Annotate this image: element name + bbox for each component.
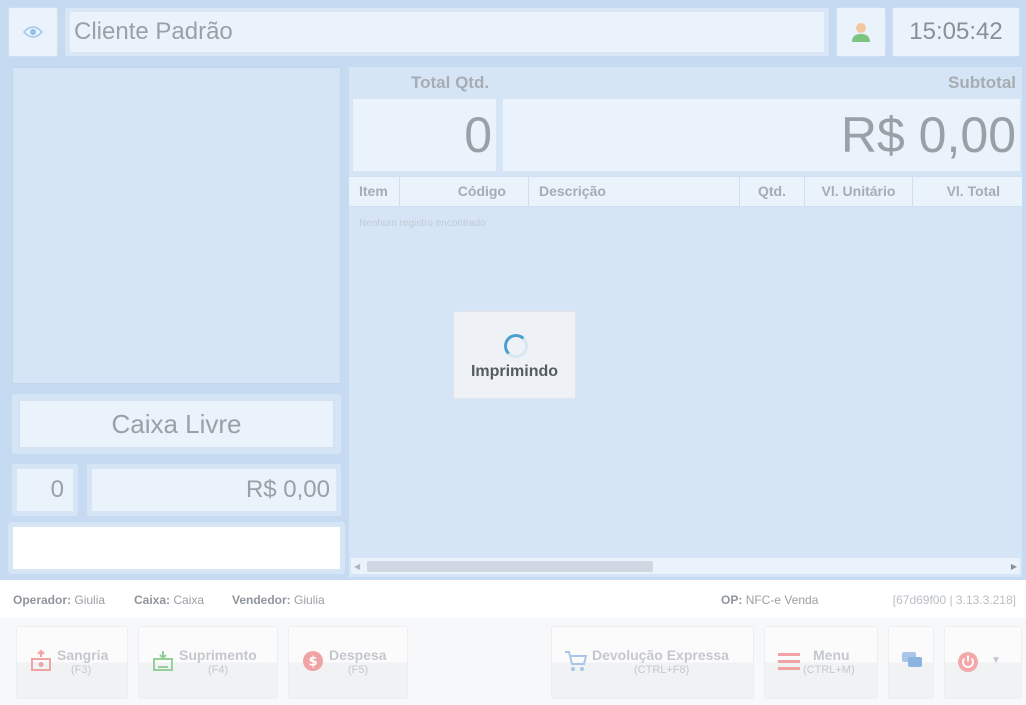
suprimento-shortcut: (F4)	[208, 664, 229, 676]
status-version: [67d69f00 | 3.13.3.218]	[892, 593, 1016, 607]
action-toolbar: Sangria (F3) Suprimento (F4) $ Despesa (…	[0, 618, 1026, 705]
sangria-button[interactable]: Sangria (F3)	[16, 626, 128, 699]
despesa-label: Despesa	[329, 647, 387, 663]
column-header-qtd[interactable]: Qtd.	[740, 177, 805, 206]
chat-button[interactable]	[888, 626, 934, 699]
despesa-button[interactable]: $ Despesa (F5)	[288, 626, 408, 699]
suprimento-button[interactable]: Suprimento (F4)	[138, 626, 278, 699]
column-header-descricao[interactable]: Descrição	[529, 177, 740, 206]
select-client-button[interactable]	[836, 7, 886, 57]
column-header-item[interactable]: Item	[349, 177, 400, 206]
status-caixa: Caixa: Caixa	[134, 593, 205, 607]
item-count-value: 0	[17, 469, 73, 511]
total-qtd-value: 0	[353, 99, 496, 171]
grid-empty-message: Nenhum registro encontrado	[359, 218, 486, 229]
hamburger-icon	[778, 653, 800, 670]
despesa-shortcut: (F5)	[348, 664, 369, 676]
devolucao-label: Devolução Expressa	[592, 647, 729, 663]
sale-panel: Total Qtd. Subtotal 0 R$ 0,00 Item Códig…	[349, 67, 1022, 577]
suprimento-label: Suprimento	[179, 647, 257, 663]
scroll-left-arrow-icon[interactable]: ◀	[354, 562, 360, 571]
item-count-panel: 0	[12, 464, 78, 516]
coin-icon: $	[303, 651, 323, 671]
devolucao-shortcut: (CTRL+F8)	[634, 664, 690, 676]
chevron-down-icon[interactable]: ▼	[991, 655, 1001, 666]
column-header-vl-total[interactable]: Vl. Total	[913, 177, 1022, 206]
status-vendedor: Vendedor: Giulia	[232, 593, 325, 607]
caixa-status-panel: Caixa Livre	[12, 394, 341, 454]
status-bar: Operador: Giulia Caixa: Caixa Vendedor: …	[0, 586, 1026, 612]
column-header-vl-unitario[interactable]: Vl. Unitário	[805, 177, 913, 206]
menu-button[interactable]: Menu (CTRL+M)	[764, 626, 878, 699]
sangria-label: Sangria	[57, 647, 109, 663]
scroll-right-arrow-icon[interactable]: ▶	[1011, 562, 1017, 571]
power-icon	[958, 652, 978, 672]
toggle-view-button[interactable]	[8, 7, 58, 57]
menu-label: Menu	[813, 647, 850, 663]
printing-dialog: Imprimindo	[453, 311, 576, 399]
status-operacao: OP: NFC-e Venda	[721, 593, 819, 607]
subtotal-value: R$ 0,00	[503, 99, 1020, 171]
svg-text:$: $	[308, 655, 317, 670]
clock: 15:05:42	[892, 7, 1020, 57]
grid-horizontal-scrollbar[interactable]: ◀ ▶	[351, 558, 1020, 574]
scrollbar-thumb[interactable]	[367, 561, 653, 572]
menu-shortcut: (CTRL+M)	[803, 664, 855, 676]
devolucao-expressa-button[interactable]: Devolução Expressa (CTRL+F8)	[551, 626, 754, 699]
client-name: Cliente Padrão	[70, 12, 824, 52]
product-code-panel	[8, 522, 345, 574]
column-header-codigo[interactable]: Código	[400, 177, 529, 206]
money-out-icon	[31, 649, 51, 671]
client-field[interactable]: Cliente Padrão	[64, 7, 830, 57]
chat-icon	[902, 652, 922, 667]
money-in-icon	[153, 651, 173, 671]
total-qtd-label: Total Qtd.	[411, 73, 490, 92]
pos-main-area: Cliente Padrão 15:05:42 Caixa Livre 0 R$…	[0, 0, 1026, 580]
user-icon	[852, 23, 870, 42]
total-panel: R$ 0,00	[87, 464, 341, 516]
sangria-shortcut: (F3)	[71, 664, 92, 676]
product-code-input[interactable]	[13, 527, 340, 569]
printing-text: Imprimindo	[470, 363, 559, 380]
caixa-status-text: Caixa Livre	[19, 400, 334, 448]
items-grid-header: Item Código Descrição Qtd. Vl. Unitário …	[349, 176, 1022, 207]
cart-icon	[565, 651, 588, 671]
power-menu-button[interactable]: ▼	[944, 626, 1022, 699]
eye-icon	[23, 26, 43, 38]
subtotal-label: Subtotal	[948, 73, 1016, 92]
total-value: R$ 0,00	[92, 469, 336, 511]
spinner-icon	[504, 334, 528, 358]
product-image-panel	[12, 67, 341, 384]
status-operador: Operador: Giulia	[13, 593, 106, 607]
